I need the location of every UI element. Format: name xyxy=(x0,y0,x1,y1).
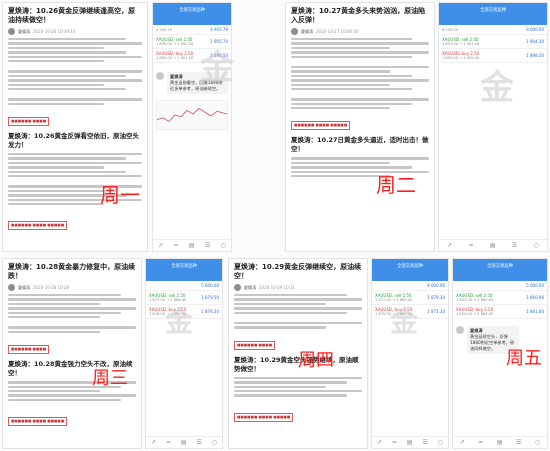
app-header: 全部交易品种 xyxy=(439,3,547,25)
quotes-icon[interactable]: ▤ xyxy=(490,242,496,249)
history-icon[interactable]: ☰ xyxy=(516,439,521,446)
article-author: 夏焕涛 2020-10-27 10:46:30 xyxy=(291,28,429,35)
trade-icon[interactable]: ↗ xyxy=(151,439,156,446)
avatar xyxy=(156,72,164,80)
quotes-icon[interactable]: ▤ xyxy=(497,439,503,446)
article-title: 夏焕涛：10.27黄金多头来势汹汹，原油陷入反弹！ xyxy=(291,7,426,24)
collage: 夏焕涛：10.26黄金反弹继续逢高空，原油持续做空！ 夏焕涛 2020-10-2… xyxy=(0,0,550,451)
position-row[interactable]: XAUUSD, buy 2.50 1 854.00 → 1 864.00 1 86… xyxy=(453,305,547,319)
app-header: 全部交易品种 xyxy=(146,259,222,281)
quotes-icon[interactable]: ▤ xyxy=(407,439,413,446)
highlight-box: ■■■■■■ ■■■■ ■■■■■ xyxy=(8,221,68,231)
avatar xyxy=(8,284,15,291)
article-author: 夏焕涛 2020-10-29 10:31 xyxy=(234,284,362,291)
bottom-nav: ↗ ≈ ▤ ☰ ○ xyxy=(146,436,222,448)
phone-screen-thu: 全部交易品种 8 000.00 XAUUSD, sell 2.50 1 877.0… xyxy=(371,258,449,449)
highlight-box: ■■■■■■ ■■■■ ■■■■■ xyxy=(234,412,294,422)
day-label-tue: 周二 xyxy=(376,173,416,197)
price-chart xyxy=(156,100,228,130)
trade-icon[interactable]: ↗ xyxy=(447,242,452,249)
watermark: 金 xyxy=(200,48,234,88)
article-tue: 夏焕涛：10.27黄金多头来势汹汹，原油陷入反弹！ 夏焕涛 2020-10-27… xyxy=(285,2,435,252)
quotes-icon[interactable]: ▤ xyxy=(189,242,195,249)
history-icon[interactable]: ☰ xyxy=(512,242,517,249)
trade-icon[interactable]: ↗ xyxy=(158,242,163,249)
avatar xyxy=(291,28,298,35)
trade-icon[interactable]: ↗ xyxy=(377,439,382,446)
article-subtitle: 夏焕涛：10.27日黄金多头逼近，适时出击！做空！ xyxy=(291,136,429,154)
chart-icon[interactable]: ≈ xyxy=(478,439,483,446)
article-wed: 夏焕涛：10.28黄金暴力修复中，原油续跌！ 夏焕涛 2020-10-28 10… xyxy=(2,258,142,449)
settings-icon[interactable]: ○ xyxy=(212,439,217,446)
bottom-nav: ↗ ≈ ▤ ☰ ○ xyxy=(439,239,547,251)
app-header: 全部交易品种 xyxy=(453,259,547,281)
settings-icon[interactable]: ○ xyxy=(438,439,443,446)
bottom-nav: ↗ ≈ ▤ ☰ ○ xyxy=(372,436,448,448)
highlight-box: ■■■■■■ ■■■■ xyxy=(234,340,276,350)
watermark: 金 xyxy=(165,305,194,338)
chart-icon[interactable]: ≈ xyxy=(166,439,171,446)
highlight-box: ■■■■■■ ■■■■ xyxy=(8,117,50,127)
article-title: 夏焕涛：10.29黄金反弹继续空，原油续空！ xyxy=(234,263,362,280)
settings-icon[interactable]: ○ xyxy=(534,242,539,249)
article-mon: 夏焕涛：10.26黄金反弹继续逢高空，原油持续做空！ 夏焕涛 2020-10-2… xyxy=(2,2,148,252)
history-icon[interactable]: ☰ xyxy=(196,439,201,446)
chart-icon[interactable]: ≈ xyxy=(392,439,397,446)
position-row[interactable]: XAUUSD, sell 2.50 1 891.00 → 1 901.00 1 9… xyxy=(439,35,547,49)
app-header: 全部交易品种 xyxy=(372,259,448,281)
day-label-thu: 周四 xyxy=(298,350,334,371)
avatar xyxy=(456,326,464,334)
chart-icon[interactable]: ≈ xyxy=(469,242,474,249)
avatar xyxy=(234,284,241,291)
highlight-box: ■■■■■■ ■■■■ xyxy=(8,345,50,355)
history-icon[interactable]: ☰ xyxy=(422,439,427,446)
bottom-nav: ↗ ≈ ▤ ☰ ○ xyxy=(153,239,231,251)
quotes-icon[interactable]: ▤ xyxy=(181,439,187,446)
settings-icon[interactable]: ○ xyxy=(221,242,226,249)
watermark: 金 xyxy=(480,68,514,108)
article-title: 夏焕涛：10.28黄金暴力修复中，原油续跌！ xyxy=(8,263,136,280)
settings-icon[interactable]: ○ xyxy=(535,439,540,446)
chart-icon[interactable]: ≈ xyxy=(174,242,179,249)
highlight-box: ■■■■■■ ■■■■ ■■■■■ xyxy=(291,121,351,131)
article-author: 夏焕涛 2020-10-28 10:28 xyxy=(8,284,136,291)
phone-screen-tue: 全部交易品种 8 000.00 8 000.00 XAUUSD, sell 2.5… xyxy=(438,2,548,252)
phone-screen-wed: 全部交易品种 5 600.00 XAUUSD, sell 2.50 1 877.0… xyxy=(145,258,223,449)
history-icon[interactable]: ☰ xyxy=(205,242,210,249)
article-author: 夏焕涛 2020-10-26 10:49:14 xyxy=(8,28,142,35)
day-label-fri: 周五 xyxy=(506,348,542,369)
position-row[interactable]: XAUUSD, sell 2.50 1 852.00 → 1 860.00 1 8… xyxy=(453,291,547,305)
article-subtitle: 夏焕涛：10.26黄金反弹看空依旧，原油空头发力！ xyxy=(8,132,140,150)
trade-icon[interactable]: ↗ xyxy=(460,439,465,446)
highlight-box: ■■■■■■ ■■■■ ■■■■■ xyxy=(8,417,68,427)
bottom-nav: ↗ ≈ ▤ ☰ ○ xyxy=(453,436,547,448)
day-label-wed: 周三 xyxy=(92,368,128,389)
avatar xyxy=(8,28,15,35)
day-label-mon: 周一 xyxy=(100,183,140,207)
article-title: 夏焕涛：10.26黄金反弹继续逢高空，原油持续做空！ xyxy=(8,7,136,24)
watermark: 金 xyxy=(390,305,419,338)
app-header: 全部交易品种 xyxy=(153,3,231,25)
